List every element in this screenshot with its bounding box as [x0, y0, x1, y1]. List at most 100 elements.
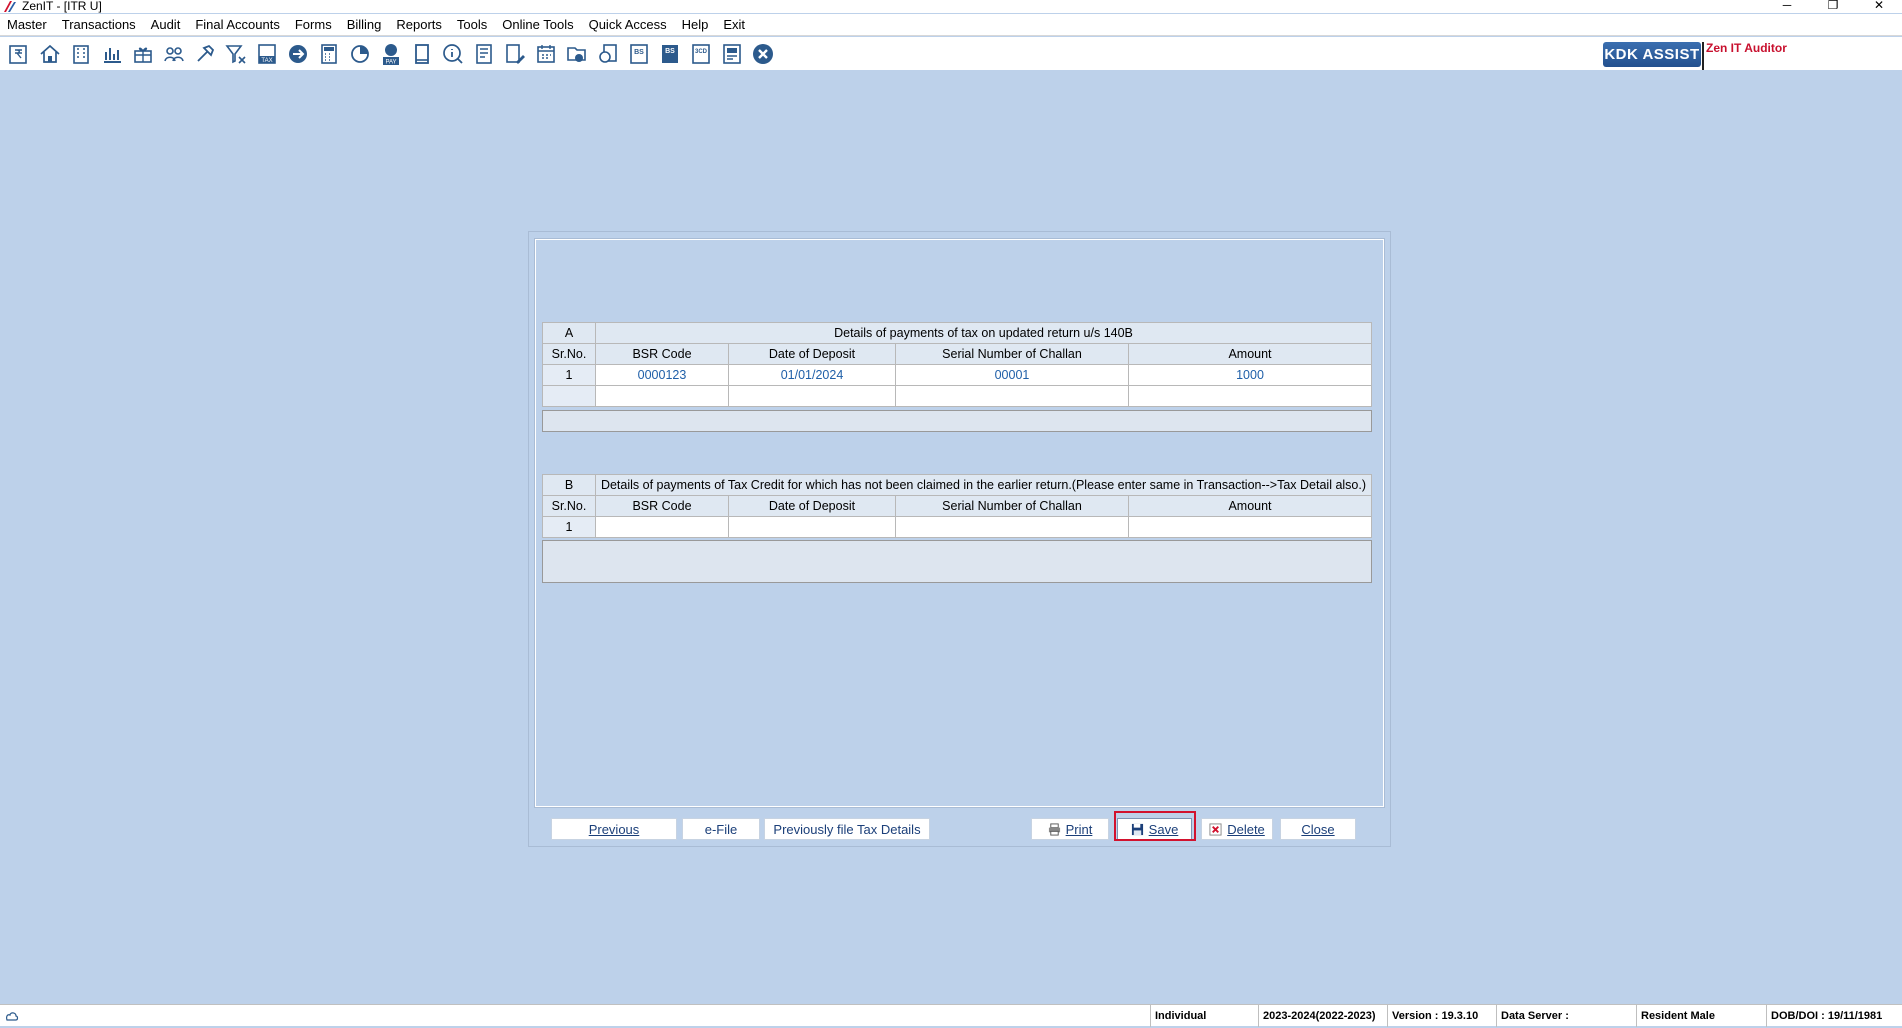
previously-file-tax-details-button[interactable]: Previously file Tax Details	[764, 818, 930, 840]
tax-icon[interactable]: TAX	[251, 40, 282, 68]
menu-master[interactable]: Master	[7, 17, 47, 32]
previous-button[interactable]: Previous	[551, 818, 677, 840]
close-label: Close	[1301, 821, 1335, 837]
col-bsr-code: BSR Code	[595, 343, 729, 365]
home-icon[interactable]	[34, 40, 65, 68]
previously-file-tax-details-label: Previously file Tax Details	[773, 821, 921, 837]
amount-cell[interactable]: 1000	[1128, 364, 1372, 386]
report-icon[interactable]	[468, 40, 499, 68]
bs-alt-icon[interactable]: BS	[654, 40, 685, 68]
filter-icon[interactable]	[220, 40, 251, 68]
menu-tools[interactable]: Tools	[457, 17, 487, 32]
col-amount: Amount	[1128, 343, 1372, 365]
section-a-table: A Details of payments of tax on updated …	[542, 322, 1372, 407]
print-button[interactable]: Print	[1031, 818, 1109, 840]
status-assessee-type: Individual	[1150, 1005, 1255, 1027]
rupee-book-icon[interactable]	[3, 40, 34, 68]
menu-forms[interactable]: Forms	[295, 17, 332, 32]
close-button[interactable]: Close	[1280, 818, 1356, 840]
menu-billing[interactable]: Billing	[347, 17, 382, 32]
form-content-area: A Details of payments of tax on updated …	[534, 238, 1385, 808]
bsr-code-cell[interactable]	[595, 516, 729, 538]
col-serial-number: Serial Number of Challan	[895, 343, 1129, 365]
bs-icon-label: BS	[634, 49, 644, 56]
previous-label: Previous	[588, 821, 640, 837]
col-srno: Sr.No.	[542, 343, 596, 365]
row-srno: 1	[542, 364, 596, 386]
section-a-title: Details of payments of tax on updated re…	[595, 322, 1372, 344]
book-icon[interactable]	[406, 40, 437, 68]
restore-button[interactable]: ❐	[1810, 0, 1856, 11]
delete-button[interactable]: Delete	[1201, 818, 1273, 840]
menu-final-accounts[interactable]: Final Accounts	[195, 17, 280, 32]
print-label: Print	[1065, 821, 1093, 837]
table-row: 1 0000123 01/01/2024 00001 1000	[542, 364, 1372, 386]
date-of-deposit-cell-empty[interactable]	[728, 385, 896, 407]
bs-alt-icon-label: BS	[665, 48, 675, 55]
serial-number-cell-empty[interactable]	[895, 385, 1129, 407]
form-icon[interactable]	[716, 40, 747, 68]
title-bar: ZenIT - [ITR U] ─ ❐ ✕	[0, 0, 1902, 13]
bsr-code-cell[interactable]: 0000123	[595, 364, 729, 386]
3cd-icon[interactable]: 3CD	[685, 40, 716, 68]
efile-button[interactable]: e-File	[682, 818, 760, 840]
section-a-label: A	[542, 322, 596, 344]
status-assessment-year: 2023-2024(2022-2023)	[1258, 1005, 1385, 1027]
minimize-button[interactable]: ─	[1764, 0, 1810, 11]
delete-icon	[1209, 822, 1222, 836]
status-bar: Individual 2023-2024(2022-2023) Version …	[0, 1004, 1902, 1027]
pay-icon-label: PAY	[385, 59, 396, 65]
kdk-assist-button[interactable]: KDK ASSIST	[1603, 42, 1701, 67]
row-srno-empty	[542, 385, 596, 407]
pay-arrow-icon[interactable]	[282, 40, 313, 68]
delete-label: Delete	[1227, 821, 1265, 837]
date-of-deposit-cell[interactable]	[728, 516, 896, 538]
col-amount: Amount	[1128, 495, 1372, 517]
building-icon[interactable]	[65, 40, 96, 68]
info-icon[interactable]	[437, 40, 468, 68]
users-icon[interactable]	[158, 40, 189, 68]
folder-add-icon[interactable]	[561, 40, 592, 68]
pie-chart-icon[interactable]	[344, 40, 375, 68]
save-button-highlight	[1114, 811, 1196, 841]
document-edit-icon[interactable]	[499, 40, 530, 68]
zen-it-auditor-label[interactable]: Zen IT Auditor	[1702, 42, 1787, 70]
date-of-deposit-cell[interactable]: 01/01/2024	[728, 364, 896, 386]
bar-chart-icon[interactable]	[96, 40, 127, 68]
menu-quick-access[interactable]: Quick Access	[589, 17, 667, 32]
bs-icon[interactable]: BS	[623, 40, 654, 68]
calendar-icon[interactable]	[530, 40, 561, 68]
menu-reports[interactable]: Reports	[396, 17, 442, 32]
status-resident: Resident Male	[1636, 1005, 1764, 1027]
status-version: Version : 19.3.10	[1387, 1005, 1494, 1027]
amount-cell[interactable]	[1128, 516, 1372, 538]
calculator-icon[interactable]	[313, 40, 344, 68]
tax-icon-label: TAX	[261, 58, 272, 64]
menu-exit[interactable]: Exit	[723, 17, 745, 32]
close-window-button[interactable]: ✕	[1856, 0, 1902, 11]
serial-number-cell[interactable]	[895, 516, 1129, 538]
table-row: 1	[542, 516, 1372, 538]
e-pay-icon[interactable]: PAY	[375, 40, 406, 68]
bsr-code-cell-empty[interactable]	[595, 385, 729, 407]
efile-label: e-File	[704, 821, 738, 837]
search-doc-icon[interactable]	[592, 40, 623, 68]
menu-audit[interactable]: Audit	[151, 17, 181, 32]
amount-cell-empty[interactable]	[1128, 385, 1372, 407]
window-title: ZenIT - [ITR U]	[22, 0, 102, 13]
status-dob: DOB/DOI : 19/11/1981	[1766, 1005, 1902, 1027]
section-b-title: Details of payments of Tax Credit for wh…	[595, 474, 1372, 496]
menu-help[interactable]: Help	[682, 17, 709, 32]
status-data-server: Data Server : LOCALHOST	[1496, 1005, 1634, 1027]
section-b-label: B	[542, 474, 596, 496]
col-srno: Sr.No.	[542, 495, 596, 517]
section-a-footer	[542, 410, 1372, 432]
table-row-empty	[542, 385, 1372, 407]
close-circle-icon[interactable]	[747, 40, 778, 68]
menu-online-tools[interactable]: Online Tools	[502, 17, 573, 32]
cloud-sync-icon	[6, 1012, 19, 1021]
hammer-icon[interactable]	[189, 40, 220, 68]
menu-transactions[interactable]: Transactions	[62, 17, 136, 32]
gift-icon[interactable]	[127, 40, 158, 68]
serial-number-cell[interactable]: 00001	[895, 364, 1129, 386]
